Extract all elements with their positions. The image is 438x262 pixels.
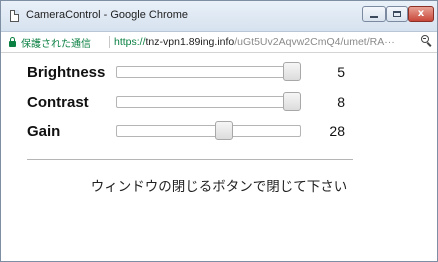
- gain-value: 28: [329, 123, 345, 139]
- minimize-button[interactable]: [362, 6, 386, 22]
- slider-thumb[interactable]: [215, 121, 233, 140]
- close-instruction-message: ウィンドウの閉じるボタンで閉じて下さい: [90, 179, 348, 195]
- close-button[interactable]: x: [408, 6, 434, 22]
- divider: [27, 159, 353, 160]
- slider-track[interactable]: [116, 96, 301, 108]
- url-path: /uGt5Uv2Aqvw2CmQ4/umet/RA···: [234, 36, 395, 48]
- lock-icon[interactable]: [9, 37, 16, 47]
- address-bar[interactable]: 保護された通信 https://tnz-vpn1.89ing.info/uGt5…: [1, 32, 437, 53]
- title-bar[interactable]: CameraControl - Google Chrome x: [1, 1, 437, 32]
- window-title: CameraControl - Google Chrome: [26, 9, 189, 21]
- contrast-value: 8: [337, 94, 345, 110]
- minimize-icon: [370, 16, 378, 18]
- gain-label: Gain: [27, 123, 61, 140]
- address-separator: [109, 36, 110, 48]
- gain-slider[interactable]: [116, 121, 301, 140]
- brightness-control: Brightness 5: [1, 61, 437, 83]
- close-icon: x: [417, 8, 425, 19]
- maximize-button[interactable]: [386, 6, 408, 22]
- gain-control: Gain 28: [1, 120, 437, 142]
- brightness-slider[interactable]: [116, 62, 301, 81]
- contrast-control: Contrast 8: [1, 91, 437, 113]
- brightness-label: Brightness: [27, 64, 106, 81]
- url-scheme: https://: [114, 36, 146, 48]
- slider-track[interactable]: [116, 125, 301, 137]
- browser-window: CameraControl - Google Chrome x 保護された通信 …: [0, 0, 438, 262]
- url-text[interactable]: https://tnz-vpn1.89ing.info/uGt5Uv2Aqvw2…: [114, 36, 419, 48]
- zoom-out-icon[interactable]: [421, 35, 433, 47]
- secure-connection-label[interactable]: 保護された通信: [21, 35, 91, 50]
- contrast-label: Contrast: [27, 94, 89, 111]
- slider-thumb[interactable]: [283, 62, 301, 81]
- page-icon: [10, 10, 19, 22]
- contrast-slider[interactable]: [116, 92, 301, 111]
- url-host: tnz-vpn1.89ing.info: [145, 36, 235, 48]
- page-content: Brightness 5 Contrast 8 Gain 28 ウィンドウの閉じ…: [1, 53, 437, 261]
- slider-track[interactable]: [116, 66, 301, 78]
- maximize-icon: [393, 11, 401, 17]
- brightness-value: 5: [337, 64, 345, 80]
- slider-thumb[interactable]: [283, 92, 301, 111]
